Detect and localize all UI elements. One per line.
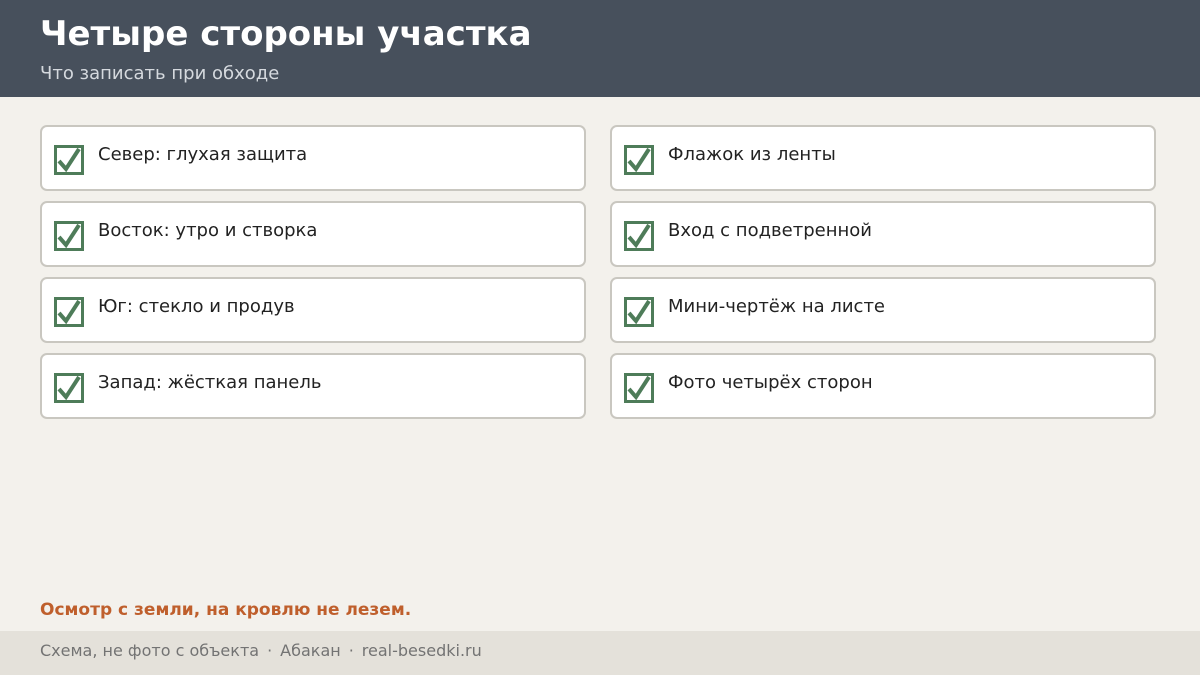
safety-note: Осмотр с земли, на кровлю не лезем.: [40, 600, 412, 620]
checkbox-checked-icon[interactable]: [54, 221, 84, 251]
footer-separator: ·: [267, 641, 273, 660]
footer-caption: Схема, не фото с объекта · Абакан · real-bes…: [40, 641, 482, 660]
footer-bar: Схема, не фото с объекта · Абакан · real-bes…: [0, 631, 1200, 675]
checklist-item-east[interactable]: Восток: утро и створка: [40, 201, 586, 267]
checkbox-checked-icon[interactable]: [54, 145, 84, 175]
checklist-item-label: Север: глухая защита: [98, 144, 308, 165]
checklist-item-north[interactable]: Север: глухая защита: [40, 125, 586, 191]
checklist-item-flag[interactable]: Флажок из ленты: [610, 125, 1156, 191]
checklist-item-label: Вход с подветренной: [668, 220, 872, 241]
checklist-grid: Север: глухая защита Восток: утро и ство…: [40, 125, 1156, 421]
checklist-item-label: Фото четырёх сторон: [668, 372, 873, 393]
checkbox-checked-icon[interactable]: [624, 221, 654, 251]
checklist-item-entrance[interactable]: Вход с подветренной: [610, 201, 1156, 267]
checklist-item-label: Запад: жёсткая панель: [98, 372, 322, 393]
checklist-item-west[interactable]: Запад: жёсткая панель: [40, 353, 586, 419]
checkbox-checked-icon[interactable]: [54, 297, 84, 327]
checklist-item-south[interactable]: Юг: стекло и продув: [40, 277, 586, 343]
checkbox-checked-icon[interactable]: [624, 373, 654, 403]
header-bar: Четыре стороны участка Что записать при …: [0, 0, 1200, 97]
checklist-item-photos[interactable]: Фото четырёх сторон: [610, 353, 1156, 419]
checklist-item-label: Мини-чертёж на листе: [668, 296, 886, 317]
page-subtitle: Что записать при обходе: [40, 63, 280, 84]
checkbox-checked-icon[interactable]: [624, 145, 654, 175]
footer-separator: ·: [348, 641, 354, 660]
page-title: Четыре стороны участка: [40, 14, 532, 54]
checklist-item-label: Флажок из ленты: [668, 144, 836, 165]
checklist-item-sketch[interactable]: Мини-чертёж на листе: [610, 277, 1156, 343]
footer-disclaimer: Схема, не фото с объекта: [40, 641, 260, 660]
checkbox-checked-icon[interactable]: [54, 373, 84, 403]
footer-city: Абакан: [280, 641, 341, 660]
checklist-item-label: Восток: утро и створка: [98, 220, 318, 241]
footer-site-link[interactable]: real-besedki.ru: [362, 641, 482, 660]
checkbox-checked-icon[interactable]: [624, 297, 654, 327]
checklist-item-label: Юг: стекло и продув: [98, 296, 295, 317]
